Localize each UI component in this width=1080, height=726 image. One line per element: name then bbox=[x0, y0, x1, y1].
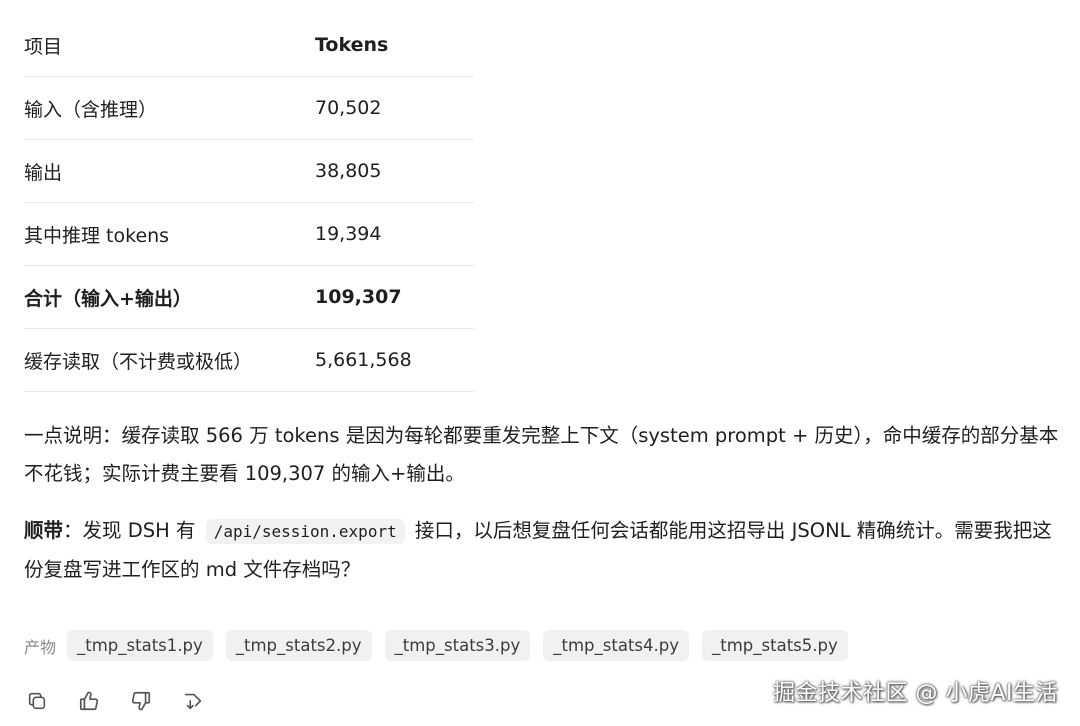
artifact-file-chip[interactable]: _tmp_stats5.py bbox=[702, 630, 848, 661]
thumbs-up-icon bbox=[79, 691, 99, 711]
artifacts-bar: 产物 _tmp_stats1.py _tmp_stats2.py _tmp_st… bbox=[24, 630, 861, 661]
thumbs-down-icon bbox=[131, 691, 151, 711]
artifact-file-chip[interactable]: _tmp_stats1.py bbox=[67, 630, 213, 661]
row-label: 缓存读取（不计费或极低） bbox=[24, 328, 315, 392]
artifact-file-chip[interactable]: _tmp_stats2.py bbox=[225, 630, 372, 661]
row-label: 合计（输入+输出） bbox=[24, 265, 315, 329]
table-header-row: 项目 Tokens bbox=[24, 14, 474, 77]
row-value: 19,394 bbox=[315, 202, 474, 266]
table-row-total: 合计（输入+输出） 109,307 bbox=[24, 265, 474, 329]
table-row: 输出 38,805 bbox=[24, 139, 474, 203]
watermark: 掘金技术社区 @ 小虎AI生活 bbox=[772, 681, 1058, 706]
dislike-button[interactable] bbox=[128, 688, 154, 714]
table-row: 输入（含推理） 70,502 bbox=[24, 76, 474, 140]
row-value: 5,661,568 bbox=[315, 328, 474, 392]
message-actions bbox=[24, 688, 232, 714]
note-paragraph: 一点说明：缓存读取 566 万 tokens 是因为每轮都要重发完整上下文（sy… bbox=[24, 424, 1059, 485]
like-button[interactable] bbox=[76, 688, 102, 714]
token-usage-table: 项目 Tokens 输入（含推理） 70,502 输出 38,805 其中推理 … bbox=[24, 14, 474, 392]
table-row: 其中推理 tokens 19,394 bbox=[24, 202, 474, 266]
row-label: 输入（含推理） bbox=[24, 76, 315, 140]
message-content: 项目 Tokens 输入（含推理） 70,502 输出 38,805 其中推理 … bbox=[24, 14, 1064, 589]
row-value: 109,307 bbox=[315, 265, 474, 329]
share-icon bbox=[184, 693, 202, 710]
api-endpoint-code: /api/session.export bbox=[205, 519, 405, 544]
header-tokens: Tokens bbox=[315, 14, 474, 77]
copy-button[interactable] bbox=[24, 688, 50, 714]
row-value: 70,502 bbox=[315, 76, 474, 140]
row-label: 输出 bbox=[24, 139, 315, 203]
artifact-file-chip[interactable]: _tmp_stats3.py bbox=[384, 630, 531, 661]
row-label: 其中推理 tokens bbox=[24, 202, 315, 266]
header-item: 项目 bbox=[24, 14, 315, 77]
tip-text-before: ：发现 DSH 有 bbox=[63, 519, 196, 542]
artifact-file-chip[interactable]: _tmp_stats4.py bbox=[543, 630, 690, 661]
tip-bold-label: 顺带 bbox=[24, 519, 64, 542]
table-row: 缓存读取（不计费或极低） 5,661,568 bbox=[24, 328, 474, 392]
copy-icon bbox=[28, 692, 46, 710]
tip-paragraph: 顺带：发现 DSH 有 /api/session.export 接口，以后想复盘… bbox=[24, 512, 1064, 589]
artifacts-label: 产物 bbox=[24, 637, 57, 657]
row-value: 38,805 bbox=[315, 139, 474, 203]
share-button[interactable] bbox=[180, 688, 206, 714]
